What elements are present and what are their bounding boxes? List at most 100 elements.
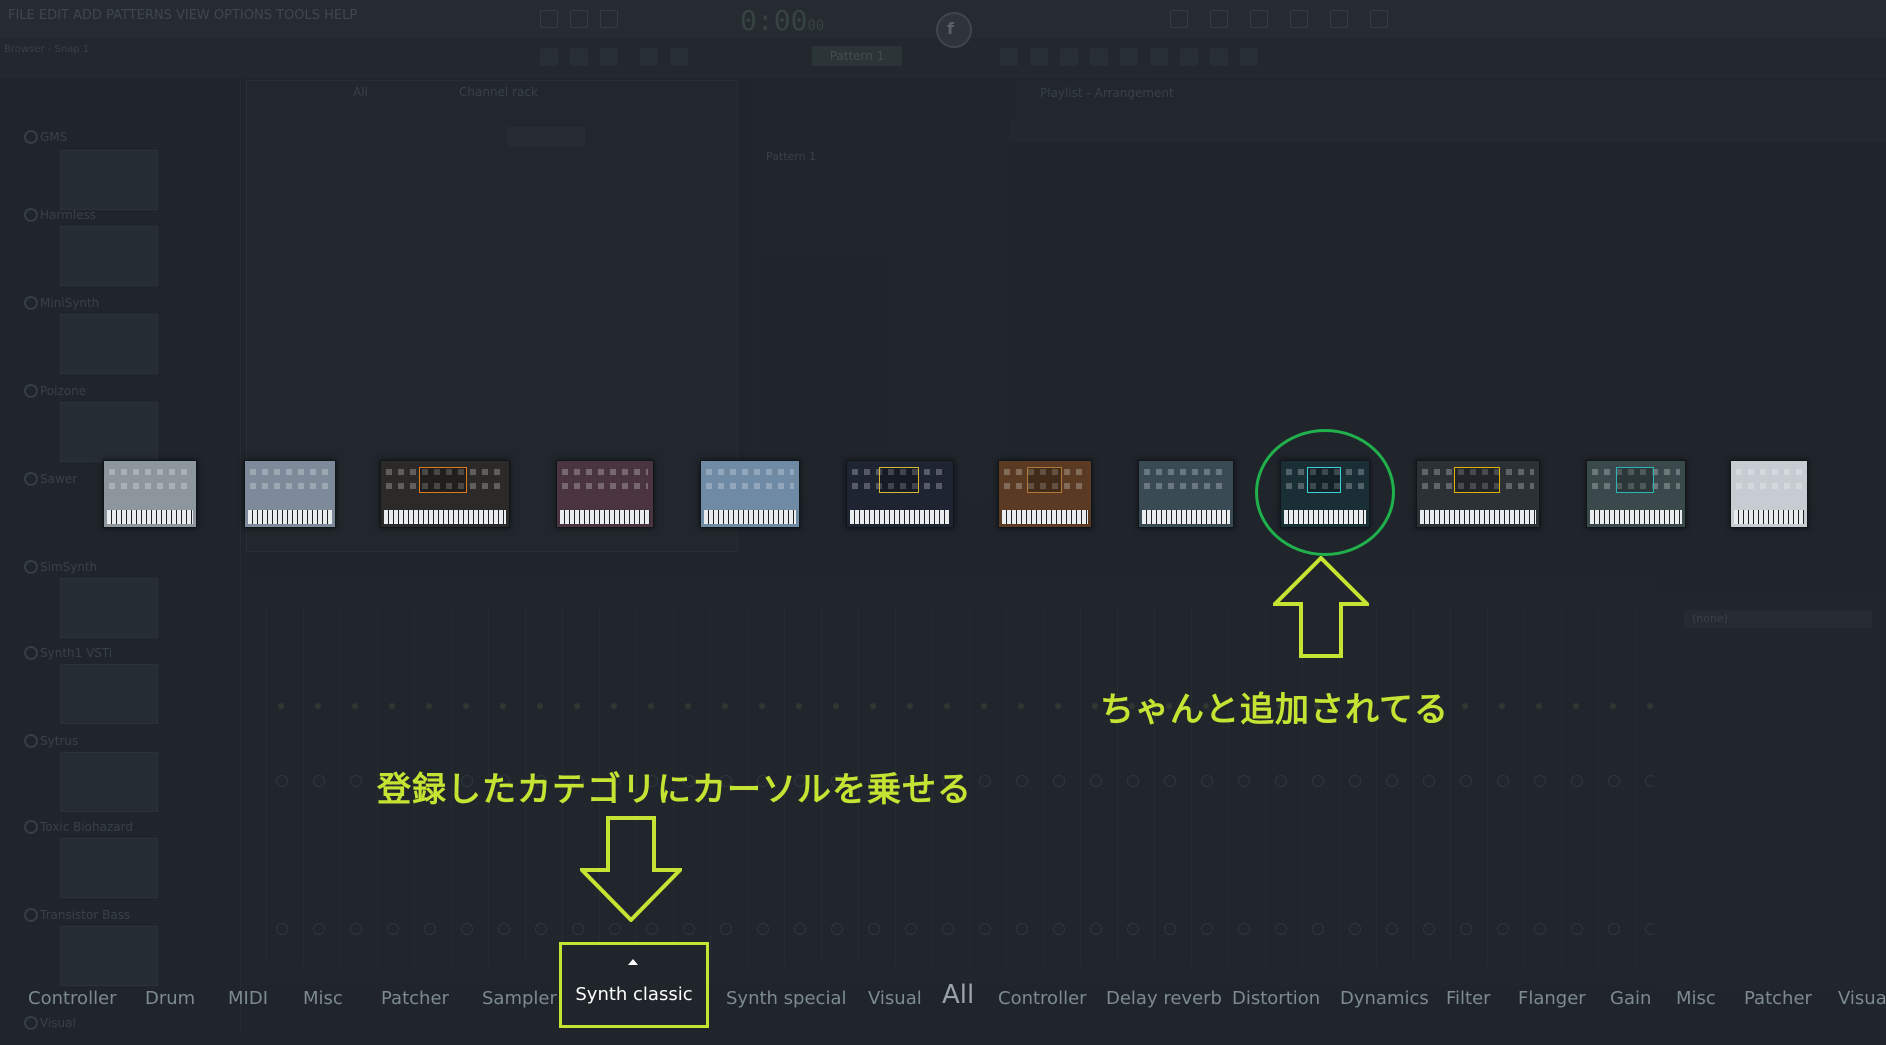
help-icon[interactable] xyxy=(1370,10,1388,28)
toolbar-icon-2[interactable] xyxy=(570,48,588,66)
toolbar-icon-9[interactable] xyxy=(1090,48,1108,66)
category-tab[interactable]: Delay reverb xyxy=(1106,984,1222,1014)
mixer-knob[interactable] xyxy=(794,923,806,935)
plugin-thumb-1[interactable] xyxy=(103,460,197,528)
category-tab[interactable]: Flanger xyxy=(1518,984,1586,1014)
mixer-knob[interactable] xyxy=(1423,775,1435,787)
mixer-knob[interactable] xyxy=(1016,923,1028,935)
toolbar-icon-11[interactable] xyxy=(1150,48,1168,66)
category-tab[interactable]: Drum xyxy=(145,984,195,1014)
window-icon[interactable] xyxy=(1250,10,1268,28)
mixer-knob[interactable] xyxy=(1386,775,1398,787)
browser-item[interactable]: Sytrus xyxy=(24,734,78,748)
mixer-knob[interactable] xyxy=(1127,775,1139,787)
mixer-knob[interactable] xyxy=(1275,775,1287,787)
browser-item[interactable]: GMS xyxy=(24,130,67,144)
mixer-knob[interactable] xyxy=(276,775,288,787)
browser-item[interactable]: Synth1 VSTi xyxy=(24,646,112,660)
mixer-knob[interactable] xyxy=(609,923,621,935)
settings-icon[interactable] xyxy=(1210,10,1228,28)
mixer-knob[interactable] xyxy=(498,923,510,935)
mixer-knob[interactable] xyxy=(1238,923,1250,935)
mixer-knob[interactable] xyxy=(683,923,695,935)
mixer-knob[interactable] xyxy=(1312,923,1324,935)
plugin-thumb-12[interactable] xyxy=(1730,460,1808,528)
main-menu[interactable]: FILE EDIT ADD PATTERNS VIEW OPTIONS TOOL… xyxy=(8,8,357,23)
channel-rack-filter[interactable]: All xyxy=(353,85,368,99)
mixer-knob[interactable] xyxy=(1053,775,1065,787)
category-tab[interactable]: Filter xyxy=(1446,984,1491,1014)
mixer-knob[interactable] xyxy=(868,923,880,935)
mixer-knob[interactable] xyxy=(424,923,436,935)
category-tab[interactable]: Gain xyxy=(1610,984,1651,1014)
plugin-thumb-2[interactable] xyxy=(244,460,336,528)
mixer-knob[interactable] xyxy=(1608,923,1620,935)
browser-item[interactable]: Transistor Bass xyxy=(24,908,130,922)
plugin-thumb-3[interactable] xyxy=(380,460,510,528)
category-tab[interactable]: All xyxy=(942,980,974,1010)
plugin-thumb-5[interactable] xyxy=(700,460,800,528)
mixer-knob[interactable] xyxy=(1497,775,1509,787)
plugin-thumb-11[interactable] xyxy=(1586,460,1686,528)
mixer-knob[interactable] xyxy=(1534,923,1546,935)
mixer-knob[interactable] xyxy=(1238,775,1250,787)
plugin-thumb-7[interactable] xyxy=(998,460,1092,528)
pattern-selector[interactable]: Pattern 1 xyxy=(812,46,902,66)
toolbar-icon-12[interactable] xyxy=(1180,48,1198,66)
channel-row[interactable] xyxy=(507,127,585,147)
plugin-thumb-4[interactable] xyxy=(556,460,654,528)
category-tab[interactable]: Misc xyxy=(1676,984,1716,1014)
mixer-knob[interactable] xyxy=(535,923,547,935)
mixer-knob[interactable] xyxy=(387,923,399,935)
mixer-knob[interactable] xyxy=(1312,775,1324,787)
stop-icon[interactable] xyxy=(570,10,588,28)
plugin-thumb-10[interactable] xyxy=(1416,460,1540,528)
mixer-knob[interactable] xyxy=(1164,923,1176,935)
fl-logo[interactable]: f xyxy=(936,12,972,48)
category-tab[interactable]: Visual xyxy=(868,984,922,1014)
mixer-knob[interactable] xyxy=(979,923,991,935)
browser-item[interactable]: Poizone xyxy=(24,384,86,398)
mixer-knob[interactable] xyxy=(1090,923,1102,935)
category-tab[interactable]: Controller xyxy=(28,984,117,1014)
plugin-thumb-8[interactable] xyxy=(1138,460,1234,528)
mixer-icon[interactable] xyxy=(1290,10,1308,28)
mixer-knob[interactable] xyxy=(1571,775,1583,787)
insert-selector[interactable]: (none) xyxy=(1684,610,1872,628)
play-icon[interactable] xyxy=(540,10,558,28)
mixer-knob[interactable] xyxy=(720,923,732,935)
toolbar-icon-13[interactable] xyxy=(1210,48,1228,66)
toolbar-icon-7[interactable] xyxy=(1030,48,1048,66)
mixer-knob[interactable] xyxy=(831,923,843,935)
mixer-knob[interactable] xyxy=(350,775,362,787)
browser-item[interactable]: Harmless xyxy=(24,208,96,222)
mixer-knob[interactable] xyxy=(1275,923,1287,935)
category-tab[interactable]: Controller xyxy=(998,984,1087,1014)
mixer-knob[interactable] xyxy=(1201,923,1213,935)
toolbar-icon-4[interactable] xyxy=(640,48,658,66)
toolbar-icon-3[interactable] xyxy=(600,48,618,66)
playlist-ruler[interactable] xyxy=(1010,120,1886,142)
mixer-knob[interactable] xyxy=(1534,775,1546,787)
toolbar-icon-8[interactable] xyxy=(1060,48,1078,66)
mixer-knob[interactable] xyxy=(1127,923,1139,935)
category-tab[interactable]: MIDI xyxy=(228,984,268,1014)
mixer-knob[interactable] xyxy=(461,923,473,935)
mixer-knob[interactable] xyxy=(1460,775,1472,787)
mixer-knob[interactable] xyxy=(1460,923,1472,935)
mixer-knob[interactable] xyxy=(1386,923,1398,935)
mixer-knob[interactable] xyxy=(1608,775,1620,787)
mixer-knob[interactable] xyxy=(942,923,954,935)
mixer-knob[interactable] xyxy=(1090,775,1102,787)
toolbar-icon-5[interactable] xyxy=(670,48,688,66)
mixer-knob[interactable] xyxy=(1349,923,1361,935)
category-tab[interactable]: Patcher xyxy=(1744,984,1812,1014)
browser-icon[interactable] xyxy=(1330,10,1348,28)
mixer-knob[interactable] xyxy=(646,923,658,935)
category-tab[interactable]: Distortion xyxy=(1232,984,1320,1014)
toolbar-icon-6[interactable] xyxy=(1000,48,1018,66)
mixer-knob[interactable] xyxy=(276,923,288,935)
mixer-knob[interactable] xyxy=(350,923,362,935)
category-tab[interactable]: Dynamics xyxy=(1340,984,1429,1014)
category-tab[interactable]: Misc xyxy=(303,984,343,1014)
